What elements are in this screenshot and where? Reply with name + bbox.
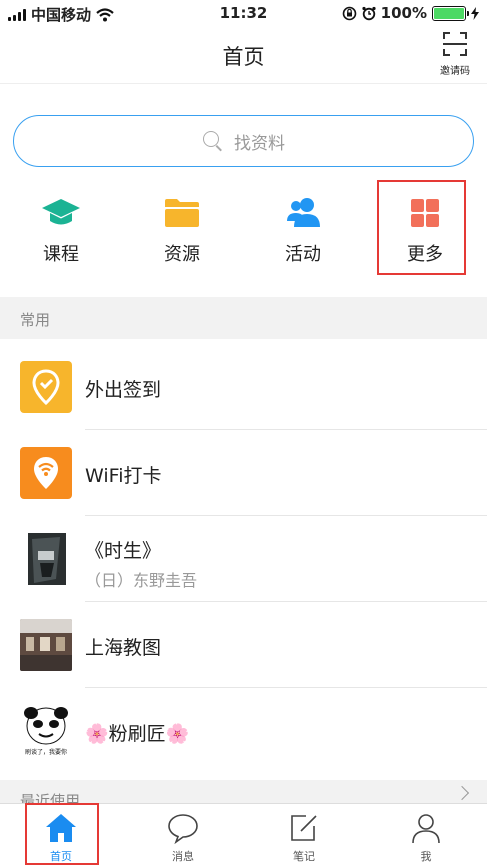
list-item-title: WiFi打卡 (85, 465, 162, 487)
wifi-location-icon (20, 447, 72, 499)
quick-action-label: 资源 (164, 244, 200, 265)
list-item-fenshuajiang[interactable]: 刷谈了，我要你 🌸粉刷匠🌸 (0, 688, 487, 774)
section-label-common: 常用 (20, 311, 51, 329)
list-item-shanghai-jiaotu[interactable]: 上海教图 (0, 602, 487, 688)
status-bar: 中国移动 11:32 100% (0, 0, 487, 26)
alarm-icon (362, 6, 376, 20)
page-title: 首页 (222, 45, 265, 69)
scan-icon (443, 32, 467, 56)
list-item-subtitle: （日）东野圭吾 (85, 571, 198, 590)
battery-percent: 100% (380, 4, 427, 22)
note-edit-icon (291, 815, 317, 841)
quick-action-label: 课程 (43, 244, 79, 265)
quick-action-activities[interactable]: 活动 (257, 186, 349, 278)
tab-notes[interactable]: 笔记 (264, 804, 344, 866)
list-item-checkin[interactable]: 外出签到 (0, 344, 487, 430)
search-bar[interactable]: 找资料 (13, 115, 474, 167)
nav-bar: 首页 邀请码 (0, 26, 487, 84)
meme-avatar-thumbnail: 刷谈了，我要你 (20, 705, 72, 757)
highlight-box-home (25, 803, 99, 865)
quick-action-courses[interactable]: 课程 (15, 186, 107, 278)
list-item-book-shisheng[interactable]: 《时生》 （日）东野圭吾 (0, 516, 487, 602)
battery-icon (432, 5, 469, 21)
search-icon (202, 130, 224, 152)
list-item-wifi-clockin[interactable]: WiFi打卡 (0, 430, 487, 516)
library-photo-thumbnail (20, 619, 72, 671)
highlight-box-more (377, 180, 466, 275)
quick-action-resources[interactable]: 资源 (136, 186, 228, 278)
tab-label: 消息 (172, 850, 194, 863)
invite-code-label: 邀请码 (440, 66, 470, 77)
folder-icon (165, 199, 199, 227)
tab-messages[interactable]: 消息 (143, 804, 223, 866)
list-item-title: 上海教图 (85, 637, 162, 659)
list-item-title: 🌸粉刷匠🌸 (85, 723, 190, 745)
people-icon (287, 198, 320, 227)
search-placeholder: 找资料 (234, 133, 285, 154)
invite-code-button[interactable]: 邀请码 (437, 32, 473, 77)
tab-me[interactable]: 我 (386, 804, 466, 866)
orientation-lock-icon (342, 6, 356, 20)
meme-caption: 刷谈了，我要你 (25, 748, 67, 756)
charging-bolt-icon (471, 6, 479, 20)
tab-label: 我 (420, 850, 432, 863)
graduation-cap-icon (42, 199, 80, 225)
location-check-icon (20, 361, 72, 413)
quick-action-label: 活动 (285, 244, 321, 265)
tab-label: 笔记 (293, 850, 315, 863)
section-header-common (0, 297, 487, 339)
book-cover-thumbnail (20, 533, 72, 585)
list-item-title: 《时生》 (85, 540, 162, 562)
chat-bubble-icon (168, 814, 198, 845)
person-icon (412, 814, 440, 844)
list-item-title: 外出签到 (85, 379, 162, 401)
